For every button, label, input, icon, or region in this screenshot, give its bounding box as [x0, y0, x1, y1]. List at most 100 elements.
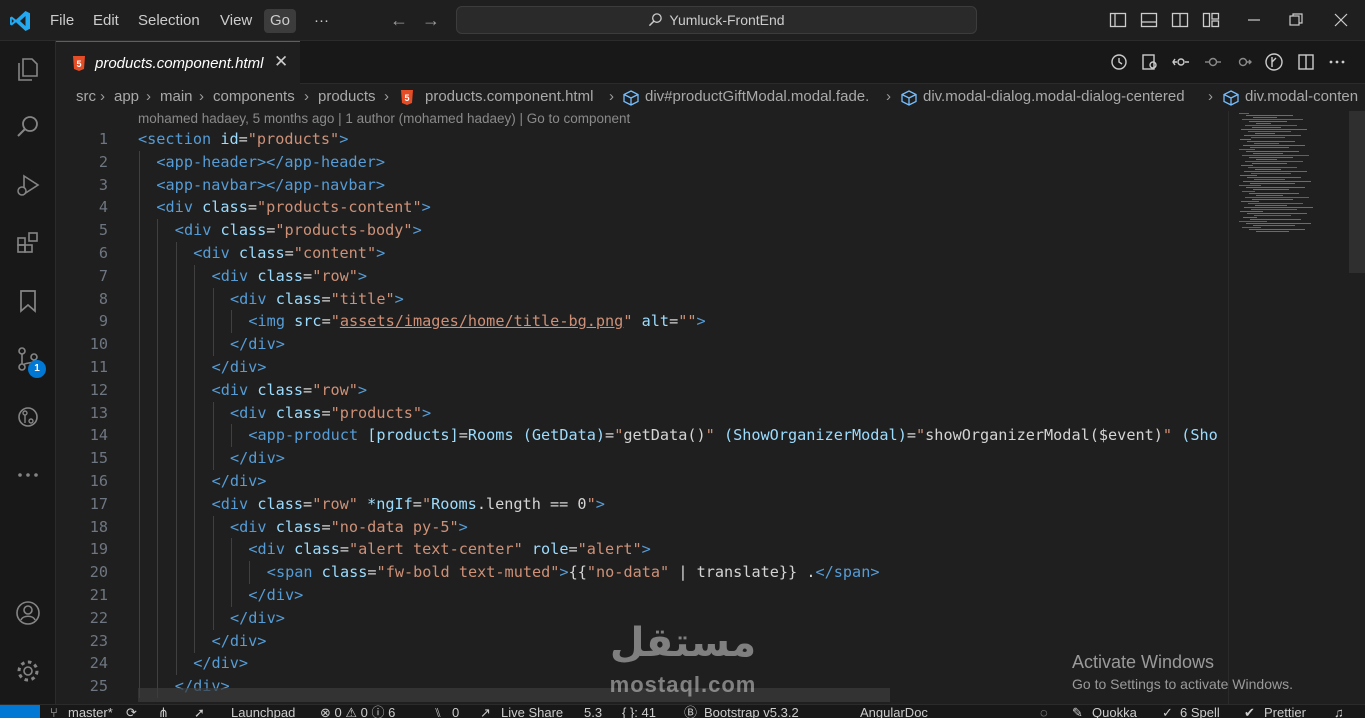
minimap[interactable] [1228, 111, 1349, 704]
customize-layout-icon[interactable] [1202, 11, 1220, 29]
indent-guide [212, 401, 214, 425]
code-line[interactable]: 20 <span class="fw-bold text-muted">{{"no… [56, 561, 1228, 585]
code-line[interactable]: 2 <app-header></app-header> [56, 150, 1228, 174]
version-status[interactable]: 5.3 [584, 706, 602, 718]
extensions-icon[interactable] [14, 229, 42, 257]
explorer-icon[interactable] [14, 55, 42, 83]
breadcrumb-item[interactable]: app [114, 88, 139, 105]
command-center[interactable]: Yumluck-FrontEnd [456, 6, 977, 34]
branch-status[interactable]: master* [68, 706, 113, 718]
blame-codelens[interactable]: mohamed hadaey, 5 months ago | 1 author … [138, 111, 630, 126]
tab-close-icon[interactable]: ✕ [274, 52, 288, 72]
toggle-panel-icon[interactable] [1140, 11, 1158, 29]
code-line[interactable]: 8 <div class="title"> [56, 287, 1228, 311]
launchpad-status[interactable]: Launchpad [231, 706, 295, 718]
search-view-icon[interactable] [14, 113, 42, 141]
restore-icon[interactable] [1287, 11, 1305, 29]
settings-gear-icon[interactable] [14, 657, 42, 685]
code-line[interactable]: 13 <div class="products"> [56, 401, 1228, 425]
indent-guide [212, 333, 214, 357]
notifications-icon[interactable]: ♫ [1334, 706, 1344, 718]
indent-guide [194, 584, 196, 607]
scrollbar-thumb[interactable] [1349, 111, 1365, 273]
more-views-icon[interactable] [14, 461, 42, 489]
menu-selection[interactable]: Selection [132, 9, 206, 33]
tab-products-component-html[interactable]: 5 products.component.html ✕ [56, 41, 300, 84]
breadcrumb-item[interactable]: products.component.html [425, 88, 593, 105]
breadcrumb-item[interactable]: products [318, 88, 376, 105]
command-center-label: Yumluck-FrontEnd [669, 12, 785, 28]
menu-more-button[interactable]: ··· [308, 9, 335, 33]
line-number: 25 [89, 677, 108, 696]
back-arrow-icon[interactable]: ← [390, 10, 408, 31]
indent-guide [139, 470, 140, 493]
live-share-status[interactable]: Live Share [501, 706, 563, 718]
indent-guide [194, 470, 196, 493]
code-line[interactable]: 17 <div class="row" *ngIf="Rooms.length =… [56, 492, 1228, 516]
minimize-icon[interactable] [1245, 11, 1263, 29]
remote-indicator[interactable] [0, 705, 40, 718]
code-line[interactable]: 19 <div class="alert text-center" role="a… [56, 538, 1228, 562]
spell-status[interactable]: 6 Spell [1180, 706, 1220, 718]
more-actions-icon[interactable] [1328, 53, 1346, 71]
breadcrumb-item[interactable]: src [76, 88, 96, 105]
prettier-status[interactable]: Prettier [1264, 706, 1306, 718]
previous-change-icon[interactable] [1204, 53, 1222, 71]
code-line[interactable]: 21 </div> [56, 584, 1228, 607]
vscode-logo-icon[interactable] [8, 9, 32, 33]
git-compare-icon[interactable] [1172, 53, 1190, 71]
menu-go[interactable]: Go [264, 9, 297, 33]
code-line[interactable]: 7 <div class="row"> [56, 264, 1228, 288]
code-line[interactable]: 3 <app-navbar></app-navbar> [56, 173, 1228, 197]
run-debug-icon[interactable] [14, 171, 42, 199]
indent-guide [194, 447, 196, 471]
code-line[interactable]: 4 <div class="products-content"> [56, 196, 1228, 220]
code-line[interactable]: 18 <div class="no-data py-5"> [56, 515, 1228, 539]
graph-icon[interactable]: ⋔ [158, 706, 169, 718]
code-text: <img src="assets/images/home/title-bg.pn… [248, 312, 706, 331]
next-change-icon[interactable] [1234, 53, 1252, 71]
code-line[interactable]: 5 <div class="products-body"> [56, 219, 1228, 243]
code-line[interactable]: 15 </div> [56, 447, 1228, 471]
toggle-primary-sidebar-icon[interactable] [1109, 11, 1127, 29]
sync-icon[interactable]: ⟳ [126, 706, 137, 718]
ports-status[interactable]: 0 [452, 706, 459, 718]
menu-file[interactable]: File [44, 9, 80, 33]
code-editor[interactable]: mohamed hadaey, 5 months ago | 1 author … [56, 111, 1228, 704]
tab-label: products.component.html [95, 55, 264, 72]
quokka-status[interactable]: Quokka [1092, 706, 1137, 718]
horizontal-scrollbar[interactable] [138, 688, 890, 702]
code-line[interactable]: 11 </div> [56, 356, 1228, 379]
code-line[interactable]: 10 </div> [56, 333, 1228, 357]
timeline-icon[interactable] [1110, 53, 1128, 71]
forward-arrow-icon[interactable]: → [422, 10, 440, 31]
code-line[interactable]: 16 </div> [56, 470, 1228, 493]
code-text: <span class="fw-bold text-muted">{{"no-d… [266, 563, 880, 582]
breadcrumb-item[interactable]: div.modal-dialog.modal-dialog-centered [923, 88, 1185, 105]
close-window-icon[interactable] [1332, 11, 1350, 29]
gitlens-icon[interactable] [1265, 53, 1283, 71]
bootstrap-status[interactable]: Bootstrap v5.3.2 [704, 706, 799, 718]
code-line[interactable]: 14 <app-product [products]=Rooms (GetData… [56, 424, 1228, 448]
breadcrumb-item[interactable]: components [213, 88, 295, 105]
code-line[interactable]: 6 <div class="content"> [56, 242, 1228, 265]
open-preview-icon[interactable] [1141, 53, 1159, 71]
braces-status[interactable]: { }: 41 [622, 706, 656, 718]
breadcrumb-item[interactable]: main [160, 88, 193, 105]
toggle-secondary-sidebar-icon[interactable] [1171, 11, 1189, 29]
git-history-icon[interactable] [14, 403, 42, 431]
code-line[interactable]: 1 <section id="products"> [56, 128, 1228, 151]
split-editor-icon[interactable] [1297, 53, 1315, 71]
accounts-icon[interactable] [14, 599, 42, 627]
breadcrumb-item[interactable]: div.modal-conten [1245, 88, 1358, 105]
code-line[interactable]: 12 <div class="row"> [56, 378, 1228, 402]
menu-edit[interactable]: Edit [87, 9, 125, 33]
vertical-scrollbar[interactable] [1349, 111, 1365, 704]
menu-view[interactable]: View [214, 9, 258, 33]
indent-guide [139, 287, 140, 311]
problems-status[interactable]: ⊗ 0 ⚠ 0 ⓘ 6 [320, 706, 395, 718]
angular-doc-status[interactable]: AngularDoc [860, 706, 928, 718]
bookmarks-icon[interactable] [14, 287, 42, 315]
code-line[interactable]: 9 <img src="assets/images/home/title-bg.p… [56, 310, 1228, 334]
breadcrumb-item[interactable]: div#productGiftModal.modal.fade. [645, 88, 869, 105]
